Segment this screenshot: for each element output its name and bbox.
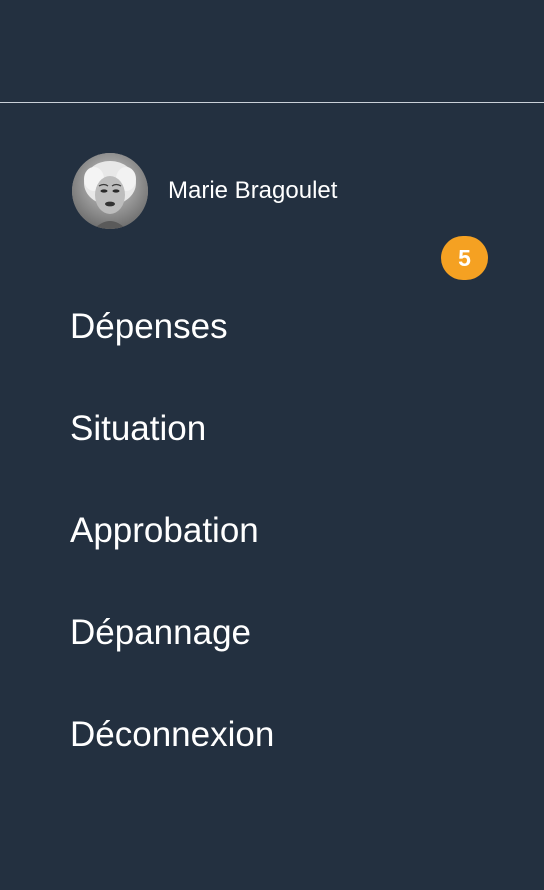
menu-item-label: Situation xyxy=(70,409,207,448)
menu-item-label: Dépannage xyxy=(70,613,251,652)
menu-item-approbation[interactable]: Approbation xyxy=(0,479,544,581)
menu-item-label: Dépenses xyxy=(70,307,228,346)
menu-item-depenses[interactable]: Dépenses xyxy=(0,275,544,377)
menu-item-label: Approbation xyxy=(70,511,259,550)
header-divider xyxy=(0,102,544,103)
menu-item-depannage[interactable]: Dépannage xyxy=(0,581,544,683)
avatar-photo xyxy=(72,153,148,229)
menu-item-deconnexion[interactable]: Déconnexion xyxy=(0,683,544,785)
approbation-count-badge: 5 xyxy=(441,236,488,280)
user-name: Marie Bragoulet xyxy=(168,177,338,204)
avatar xyxy=(72,153,148,229)
main-menu: Dépenses Situation Approbation Dépannage… xyxy=(0,275,544,785)
top-bar xyxy=(0,0,544,102)
menu-item-label: Déconnexion xyxy=(70,715,275,754)
menu-item-situation[interactable]: Situation xyxy=(0,377,544,479)
user-profile[interactable]: Marie Bragoulet xyxy=(72,153,337,229)
